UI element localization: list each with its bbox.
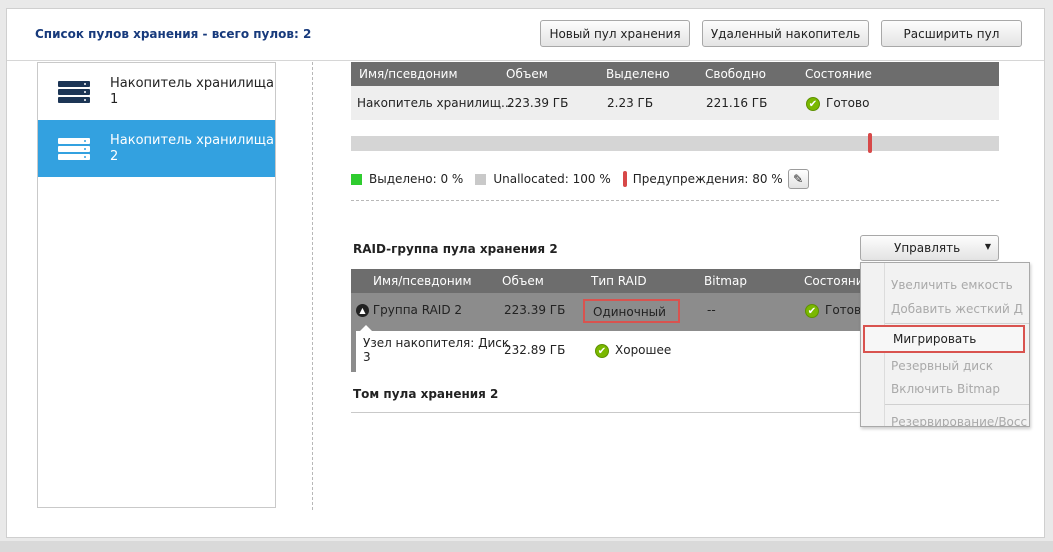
menu-item-migrate-label: Мигрировать	[893, 332, 977, 346]
pool-free-cell: 221.16 ГБ	[706, 96, 768, 110]
menu-separator	[885, 323, 1029, 324]
raid-status-cell: ✔ Готово	[805, 303, 868, 318]
column-name: Имя/псевдоним	[373, 274, 472, 288]
warning-threshold-marker	[868, 133, 872, 153]
unallocated-swatch	[475, 173, 487, 185]
pool-item-2[interactable]: Накопитель хранилища 2	[38, 120, 275, 177]
pool-allocated-cell: 2.23 ГБ	[607, 96, 654, 110]
unallocated-label: Unallocated: 100 %	[493, 172, 611, 186]
disk-node-status: ✔ Хорошее	[595, 343, 671, 358]
pool-table-header: Имя/псевдоним Объем Выделено Свободно Со…	[351, 62, 999, 86]
tooltip-tail	[360, 325, 372, 331]
edit-threshold-button[interactable]: ✎	[787, 169, 809, 189]
table-row[interactable]: Накопитель хранилищ... 223.39 ГБ 2.23 ГБ…	[351, 86, 999, 120]
volume-section-title: Том пула хранения 2	[353, 387, 499, 401]
manage-dropdown-button[interactable]: Управлять ▼	[860, 235, 999, 261]
manage-label: Управлять	[894, 241, 961, 255]
warning-label: Предупреждения: 80 %	[632, 172, 783, 186]
header-divider	[7, 60, 1044, 61]
caret-down-icon: ▼	[984, 242, 991, 251]
pool-status-cell: ✔ Готово	[806, 96, 869, 111]
column-status: Состояние	[805, 67, 872, 81]
allocated-label: Выделено: 0 %	[369, 172, 464, 186]
raid-group-name-cell: ▲ Группа RAID 2	[356, 303, 462, 317]
column-allocated: Выделено	[606, 67, 670, 81]
raid-section-title: RAID-группа пула хранения 2	[353, 242, 558, 256]
raid-type-cell: Одиночный	[593, 305, 666, 319]
pool-size-cell: 223.39 ГБ	[507, 96, 569, 110]
raid-type-highlight: Одиночный	[583, 299, 680, 323]
remote-storage-button[interactable]: Удаленный накопитель	[702, 20, 869, 47]
pool-item-number: 1	[110, 91, 119, 107]
pool-name-cell: Накопитель хранилищ...	[357, 96, 513, 110]
disk-node-card[interactable]: Узел накопителя: Диск 3 232.89 ГБ ✔ Хорош…	[356, 325, 861, 372]
check-icon: ✔	[595, 343, 609, 358]
warning-swatch	[622, 171, 627, 187]
pool-list: Накопитель хранилища 1 Накопитель хранили…	[37, 62, 276, 508]
disk-node-row: Узел накопителя: Диск 3 232.89 ГБ ✔ Хорош…	[351, 325, 861, 372]
column-raid-type: Тип RAID	[591, 274, 647, 288]
pool-item-label: Накопитель хранилища	[110, 132, 274, 148]
column-free: Свободно	[705, 67, 767, 81]
pool-item-label: Накопитель хранилища	[110, 75, 274, 91]
check-icon: ✔	[806, 96, 820, 111]
raid-bitmap-cell: --	[707, 303, 716, 317]
bottom-strip	[0, 541, 1053, 552]
column-size: Объем	[506, 67, 548, 81]
column-bitmap: Bitmap	[704, 274, 747, 288]
pool-item-number: 2	[110, 148, 119, 164]
page-title: Список пулов хранения - всего пулов: 2	[35, 27, 312, 41]
server-icon	[38, 137, 110, 160]
pencil-icon: ✎	[793, 172, 804, 186]
menu-item-migrate[interactable]: Мигрировать	[863, 325, 1025, 353]
menu-separator	[885, 404, 1029, 405]
pool-item-1[interactable]: Накопитель хранилища 1	[38, 63, 275, 120]
check-icon: ✔	[805, 303, 819, 318]
new-pool-button[interactable]: Новый пул хранения	[540, 20, 690, 47]
expand-pool-button[interactable]: Расширить пул	[881, 20, 1022, 47]
raid-group-size-cell: 223.39 ГБ	[504, 303, 566, 317]
usage-bar	[351, 133, 999, 153]
disk-node-name: Узел накопителя: Диск	[363, 336, 510, 350]
manage-dropdown-menu: Увеличить емкость Добавить жесткий Д Миг…	[860, 262, 1030, 427]
server-icon	[38, 80, 110, 103]
disk-node-size: 232.89 ГБ	[504, 343, 566, 357]
menu-item-add-disk[interactable]: Добавить жесткий Д	[891, 302, 1023, 316]
collapse-icon[interactable]: ▲	[356, 304, 369, 317]
column-name: Имя/псевдоним	[359, 67, 458, 81]
section-divider	[351, 200, 999, 201]
usage-legend: Выделено: 0 % Unallocated: 100 % Предупр…	[351, 168, 809, 190]
menu-item-spare-disk[interactable]: Резервный диск	[891, 359, 993, 373]
allocated-swatch	[351, 173, 362, 185]
menu-item-enable-bitmap[interactable]: Включить Bitmap	[891, 382, 1000, 396]
column-size: Объем	[502, 274, 544, 288]
menu-item-backup-restore[interactable]: Резервирование/Восс	[891, 415, 1027, 426]
menu-item-expand-capacity[interactable]: Увеличить емкость	[891, 278, 1013, 292]
raid-group-row[interactable]: ▲ Группа RAID 2 223.39 ГБ Одиночный -- ✔…	[351, 293, 868, 329]
disk-node-number: 3	[363, 350, 371, 364]
vertical-divider	[312, 62, 313, 510]
